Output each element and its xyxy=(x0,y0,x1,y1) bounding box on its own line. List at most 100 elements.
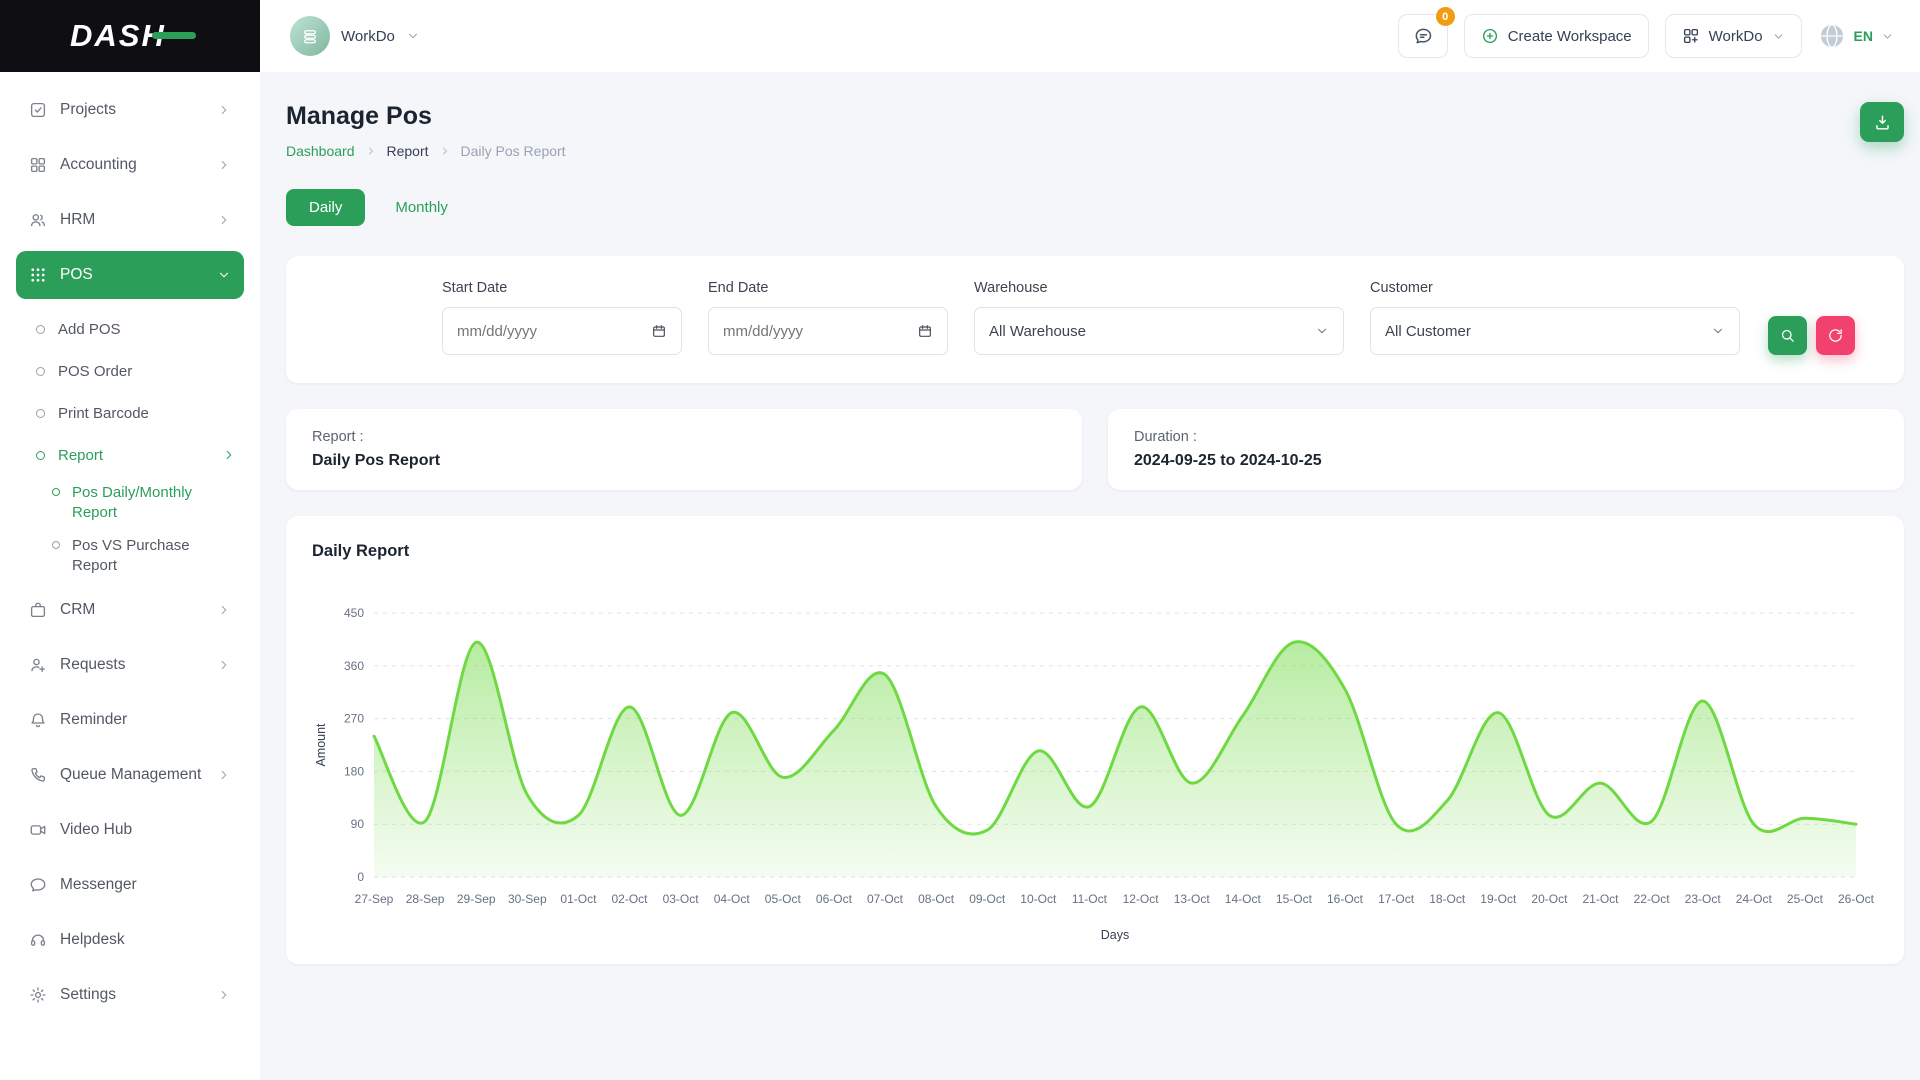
sidebar-item-video-hub[interactable]: Video Hub xyxy=(16,806,244,854)
sidebar-item-pos-vs-purchase-report[interactable]: Pos VS Purchase Report xyxy=(46,529,244,582)
sidebar-item-add-pos[interactable]: Add POS xyxy=(28,308,244,350)
calendar-icon[interactable] xyxy=(917,323,933,339)
svg-text:06-Oct: 06-Oct xyxy=(816,892,853,906)
svg-text:27-Sep: 27-Sep xyxy=(355,892,394,906)
svg-text:01-Oct: 01-Oct xyxy=(560,892,597,906)
sidebar-item-label: Messenger xyxy=(60,876,137,894)
svg-text:22-Oct: 22-Oct xyxy=(1634,892,1671,906)
report-label: Report : xyxy=(312,429,1056,445)
svg-text:03-Oct: 03-Oct xyxy=(663,892,700,906)
sidebar-item-pos-daily-monthly-report[interactable]: Pos Daily/Monthly Report xyxy=(46,476,244,529)
chevron-right-icon xyxy=(222,448,236,462)
sidebar-item-label: CRM xyxy=(60,601,95,619)
sidebar-item-hrm[interactable]: HRM xyxy=(16,196,244,244)
sidebar-item-pos-order[interactable]: POS Order xyxy=(28,350,244,392)
duration-value: 2024-09-25 to 2024-10-25 xyxy=(1134,452,1878,470)
end-date-group: End Date xyxy=(708,280,948,355)
apply-filter-button[interactable] xyxy=(1768,316,1807,355)
chevron-down-icon xyxy=(1772,30,1785,43)
svg-text:26-Oct: 26-Oct xyxy=(1838,892,1875,906)
sidebar-item-settings[interactable]: Settings xyxy=(16,971,244,1019)
svg-text:09-Oct: 09-Oct xyxy=(969,892,1006,906)
svg-text:25-Oct: 25-Oct xyxy=(1787,892,1824,906)
circle-icon xyxy=(52,488,60,496)
breadcrumb-report[interactable]: Report xyxy=(387,143,429,159)
calendar-icon[interactable] xyxy=(651,323,667,339)
sidebar-item-projects[interactable]: Projects xyxy=(16,86,244,134)
messages-button[interactable]: 0 xyxy=(1398,14,1448,58)
sidebar: Projects Accounting HRM POS Add POS POS … xyxy=(0,72,260,1080)
svg-text:13-Oct: 13-Oct xyxy=(1174,892,1211,906)
layers-icon xyxy=(301,27,319,45)
brand-logo[interactable]: DASH xyxy=(70,18,166,54)
pos-submenu: Add POS POS Order Print Barcode Report P… xyxy=(16,306,244,586)
start-date-group: Start Date xyxy=(442,280,682,355)
svg-text:24-Oct: 24-Oct xyxy=(1736,892,1773,906)
breadcrumb-dashboard[interactable]: Dashboard xyxy=(286,143,355,159)
circle-icon xyxy=(36,325,45,334)
chevron-down-icon xyxy=(1711,324,1725,338)
account-menu-button[interactable]: WorkDo xyxy=(1665,14,1802,58)
summary-row: Report : Daily Pos Report Duration : 202… xyxy=(286,409,1904,490)
circle-icon xyxy=(36,451,45,460)
sidebar-item-label: Helpdesk xyxy=(60,931,125,949)
sidebar-item-pos[interactable]: POS xyxy=(16,251,244,299)
language-label: EN xyxy=(1854,28,1873,44)
workspace-selector[interactable]: WorkDo xyxy=(290,16,420,56)
pos-grid-icon xyxy=(29,266,47,284)
start-date-label: Start Date xyxy=(442,280,682,296)
sidebar-item-label: Pos Daily/Monthly Report xyxy=(72,483,224,522)
reset-filter-button[interactable] xyxy=(1816,316,1855,355)
tab-daily[interactable]: Daily xyxy=(286,189,365,226)
chevron-right-icon xyxy=(217,603,231,617)
chat-bubble-icon xyxy=(29,876,47,894)
start-date-input[interactable] xyxy=(457,323,607,340)
svg-text:28-Sep: 28-Sep xyxy=(406,892,445,906)
download-button[interactable] xyxy=(1860,102,1904,142)
user-plus-icon xyxy=(29,656,47,674)
svg-text:10-Oct: 10-Oct xyxy=(1020,892,1057,906)
sidebar-item-helpdesk[interactable]: Helpdesk xyxy=(16,916,244,964)
workspace-name: WorkDo xyxy=(341,28,395,45)
sidebar-item-label: HRM xyxy=(60,211,95,229)
chevron-right-icon xyxy=(365,145,377,157)
crm-icon xyxy=(29,601,47,619)
sidebar-item-queue-management[interactable]: Queue Management xyxy=(16,751,244,799)
svg-text:450: 450 xyxy=(344,606,364,620)
plus-circle-icon xyxy=(1481,27,1499,45)
svg-text:15-Oct: 15-Oct xyxy=(1276,892,1313,906)
sidebar-item-report[interactable]: Report xyxy=(28,434,244,476)
gear-icon xyxy=(29,986,47,1004)
language-selector[interactable]: EN xyxy=(1818,22,1894,50)
customer-select[interactable]: All Customer xyxy=(1370,307,1740,355)
chevron-right-icon xyxy=(217,988,231,1002)
warehouse-select-value: All Warehouse xyxy=(989,323,1086,340)
accounting-icon xyxy=(29,156,47,174)
sidebar-item-label: Add POS xyxy=(58,321,121,338)
chevron-right-icon xyxy=(439,145,451,157)
svg-text:19-Oct: 19-Oct xyxy=(1480,892,1517,906)
sidebar-item-label: Video Hub xyxy=(60,821,132,839)
sidebar-item-accounting[interactable]: Accounting xyxy=(16,141,244,189)
chart-box: 09018027036045027-Sep28-Sep29-Sep30-Sep0… xyxy=(310,595,1880,947)
sidebar-item-print-barcode[interactable]: Print Barcode xyxy=(28,392,244,434)
create-workspace-button[interactable]: Create Workspace xyxy=(1464,14,1649,58)
account-menu-label: WorkDo xyxy=(1709,28,1763,45)
report-summary-card: Report : Daily Pos Report xyxy=(286,409,1082,490)
sidebar-item-label: Pos VS Purchase Report xyxy=(72,536,224,575)
svg-text:29-Sep: 29-Sep xyxy=(457,892,496,906)
sidebar-item-messenger[interactable]: Messenger xyxy=(16,861,244,909)
sidebar-item-crm[interactable]: CRM xyxy=(16,586,244,634)
end-date-input[interactable] xyxy=(723,323,873,340)
circle-icon xyxy=(36,367,45,376)
svg-text:270: 270 xyxy=(344,712,364,726)
sidebar-item-reminder[interactable]: Reminder xyxy=(16,696,244,744)
video-camera-icon xyxy=(29,821,47,839)
customer-select-value: All Customer xyxy=(1385,323,1471,340)
create-workspace-label: Create Workspace xyxy=(1508,28,1632,45)
tab-monthly[interactable]: Monthly xyxy=(395,199,448,216)
warehouse-select[interactable]: All Warehouse xyxy=(974,307,1344,355)
sidebar-item-requests[interactable]: Requests xyxy=(16,641,244,689)
svg-text:05-Oct: 05-Oct xyxy=(765,892,802,906)
svg-text:14-Oct: 14-Oct xyxy=(1225,892,1262,906)
